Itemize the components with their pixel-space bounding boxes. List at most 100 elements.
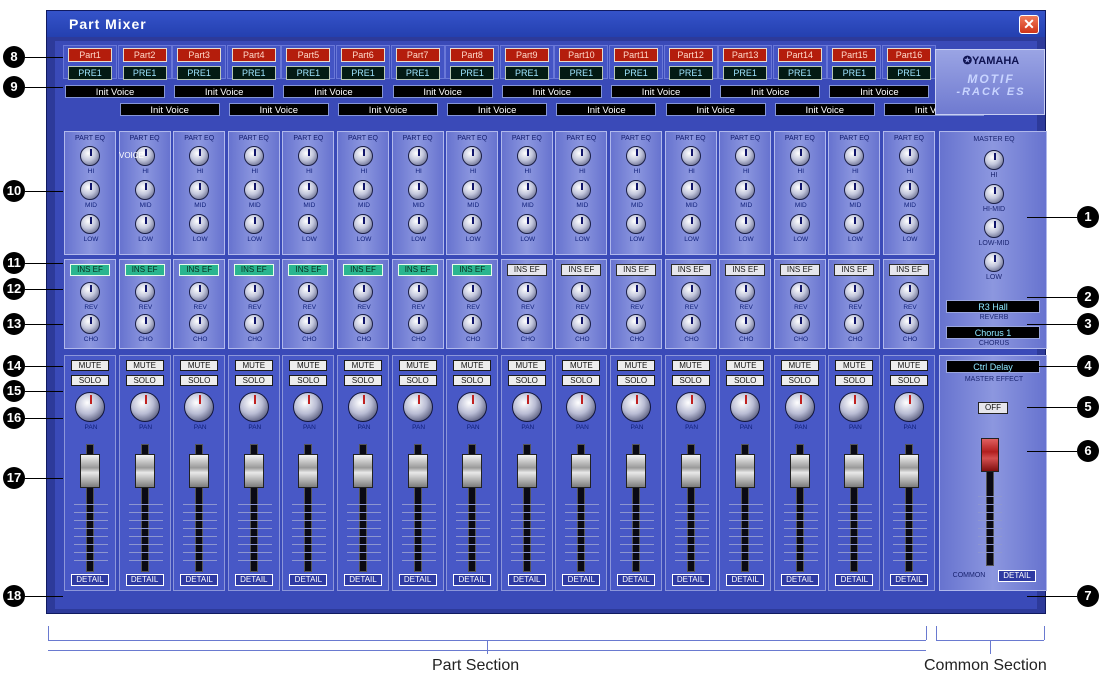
- insertion-effect-button-7[interactable]: INS EF: [397, 264, 438, 276]
- part-detail-button-10[interactable]: DETAIL: [562, 574, 601, 586]
- eq-low-knob-11[interactable]: [626, 214, 646, 234]
- pan-knob-14[interactable]: [784, 392, 815, 422]
- eq-hi-knob-6[interactable]: [353, 146, 373, 166]
- eq-low-knob-6[interactable]: [353, 214, 373, 234]
- volume-fader-knob-14[interactable]: [789, 454, 810, 488]
- reverb-send-knob-5[interactable]: [298, 282, 319, 302]
- voice-name-field-7[interactable]: Init Voice: [392, 85, 493, 98]
- chorus-send-knob-1[interactable]: [80, 314, 100, 334]
- eq-low-knob-1[interactable]: [80, 214, 100, 234]
- reverb-send-knob-2[interactable]: [134, 282, 155, 302]
- part-detail-button-5[interactable]: DETAIL: [289, 574, 328, 586]
- volume-fader-knob-12[interactable]: [680, 454, 701, 488]
- pan-knob-1[interactable]: [75, 392, 105, 422]
- chorus-send-knob-13[interactable]: [735, 314, 756, 334]
- volume-fader-knob-13[interactable]: [735, 454, 756, 488]
- common-detail-button[interactable]: DETAIL: [998, 570, 1036, 582]
- voice-bank-button-1[interactable]: PRE1: [68, 66, 112, 80]
- volume-fader-knob-8[interactable]: [462, 454, 483, 488]
- mute-button-2[interactable]: MUTE: [125, 360, 164, 371]
- chorus-send-knob-5[interactable]: [298, 314, 319, 334]
- voice-name-field-12[interactable]: Init Voice: [665, 103, 766, 116]
- eq-mid-knob-8[interactable]: [462, 180, 483, 200]
- chorus-send-knob-9[interactable]: [516, 314, 537, 334]
- eq-low-knob-5[interactable]: [298, 214, 319, 234]
- part-select-button-9[interactable]: Part9: [504, 48, 549, 62]
- part-select-button-14[interactable]: Part14: [777, 48, 822, 62]
- reverb-send-knob-9[interactable]: [516, 282, 537, 302]
- insertion-effect-button-4[interactable]: INS EF: [233, 264, 274, 276]
- solo-button-12[interactable]: SOLO: [671, 375, 710, 386]
- insertion-effect-button-9[interactable]: INS EF: [506, 264, 547, 276]
- solo-button-14[interactable]: SOLO: [780, 375, 819, 386]
- voice-bank-button-6[interactable]: PRE1: [341, 66, 385, 80]
- part-detail-button-2[interactable]: DETAIL: [125, 574, 164, 586]
- pan-knob-2[interactable]: [129, 392, 160, 422]
- part-select-button-2[interactable]: Part2: [122, 48, 167, 62]
- chorus-send-knob-4[interactable]: [243, 314, 264, 334]
- voice-bank-button-8[interactable]: PRE1: [450, 66, 495, 80]
- voice-name-field-15[interactable]: Init Voice: [829, 85, 930, 98]
- reverb-send-knob-8[interactable]: [462, 282, 483, 302]
- solo-button-10[interactable]: SOLO: [562, 375, 601, 386]
- voice-bank-button-4[interactable]: PRE1: [231, 66, 276, 80]
- part-select-button-8[interactable]: Part8: [450, 48, 495, 62]
- part-detail-button-13[interactable]: DETAIL: [726, 574, 765, 586]
- chorus-send-knob-8[interactable]: [462, 314, 483, 334]
- part-select-button-7[interactable]: Part7: [395, 48, 440, 62]
- solo-button-1[interactable]: SOLO: [71, 375, 109, 386]
- voice-name-field-2[interactable]: Init Voice: [119, 103, 220, 116]
- reverb-send-knob-14[interactable]: [789, 282, 810, 302]
- voice-name-field-10[interactable]: Init Voice: [556, 103, 657, 116]
- reverb-send-knob-4[interactable]: [243, 282, 264, 302]
- master-eq-hi-mid-knob[interactable]: [984, 184, 1004, 204]
- insertion-effect-button-2[interactable]: INS EF: [124, 264, 165, 276]
- eq-hi-knob-14[interactable]: [789, 146, 810, 166]
- part-select-button-4[interactable]: Part4: [231, 48, 276, 62]
- volume-fader-knob-11[interactable]: [626, 454, 646, 488]
- mute-button-5[interactable]: MUTE: [289, 360, 328, 371]
- reverb-send-knob-15[interactable]: [844, 282, 865, 302]
- chorus-type-display[interactable]: Chorus 1: [946, 326, 1040, 339]
- mute-button-10[interactable]: MUTE: [562, 360, 601, 371]
- eq-mid-knob-2[interactable]: [134, 180, 155, 200]
- volume-fader-knob-5[interactable]: [298, 454, 319, 488]
- mute-button-14[interactable]: MUTE: [780, 360, 819, 371]
- reverb-send-knob-7[interactable]: [407, 282, 428, 302]
- part-detail-button-7[interactable]: DETAIL: [398, 574, 437, 586]
- pan-knob-13[interactable]: [730, 392, 761, 422]
- close-icon[interactable]: ✕: [1019, 15, 1039, 34]
- part-select-button-6[interactable]: Part6: [341, 48, 385, 62]
- volume-fader-knob-3[interactable]: [189, 454, 210, 488]
- reverb-send-knob-6[interactable]: [353, 282, 373, 302]
- insertion-effect-button-8[interactable]: INS EF: [452, 264, 493, 276]
- volume-fader-knob-10[interactable]: [571, 454, 592, 488]
- reverb-send-knob-10[interactable]: [571, 282, 592, 302]
- voice-name-field-9[interactable]: Init Voice: [501, 85, 602, 98]
- master-effect-type-display[interactable]: Ctrl Delay: [946, 360, 1040, 373]
- part-detail-button-3[interactable]: DETAIL: [180, 574, 219, 586]
- chorus-send-knob-3[interactable]: [189, 314, 210, 334]
- eq-hi-knob-7[interactable]: [407, 146, 428, 166]
- part-select-button-5[interactable]: Part5: [286, 48, 331, 62]
- solo-button-8[interactable]: SOLO: [453, 375, 492, 386]
- chorus-send-knob-10[interactable]: [571, 314, 592, 334]
- insertion-effect-button-12[interactable]: INS EF: [670, 264, 711, 276]
- eq-mid-knob-10[interactable]: [571, 180, 592, 200]
- solo-button-7[interactable]: SOLO: [398, 375, 437, 386]
- part-select-button-13[interactable]: Part13: [723, 48, 768, 62]
- eq-hi-knob-12[interactable]: [680, 146, 701, 166]
- eq-hi-knob-11[interactable]: [626, 146, 646, 166]
- part-detail-button-6[interactable]: DETAIL: [344, 574, 382, 586]
- solo-button-2[interactable]: SOLO: [125, 375, 164, 386]
- voice-bank-button-7[interactable]: PRE1: [395, 66, 440, 80]
- mute-button-12[interactable]: MUTE: [671, 360, 710, 371]
- master-fader-knob[interactable]: [981, 438, 999, 472]
- eq-low-knob-4[interactable]: [243, 214, 264, 234]
- pan-knob-6[interactable]: [348, 392, 378, 422]
- eq-hi-knob-15[interactable]: [844, 146, 865, 166]
- eq-low-knob-9[interactable]: [516, 214, 537, 234]
- eq-low-knob-12[interactable]: [680, 214, 701, 234]
- voice-bank-button-5[interactable]: PRE1: [286, 66, 331, 80]
- insertion-effect-button-15[interactable]: INS EF: [834, 264, 875, 276]
